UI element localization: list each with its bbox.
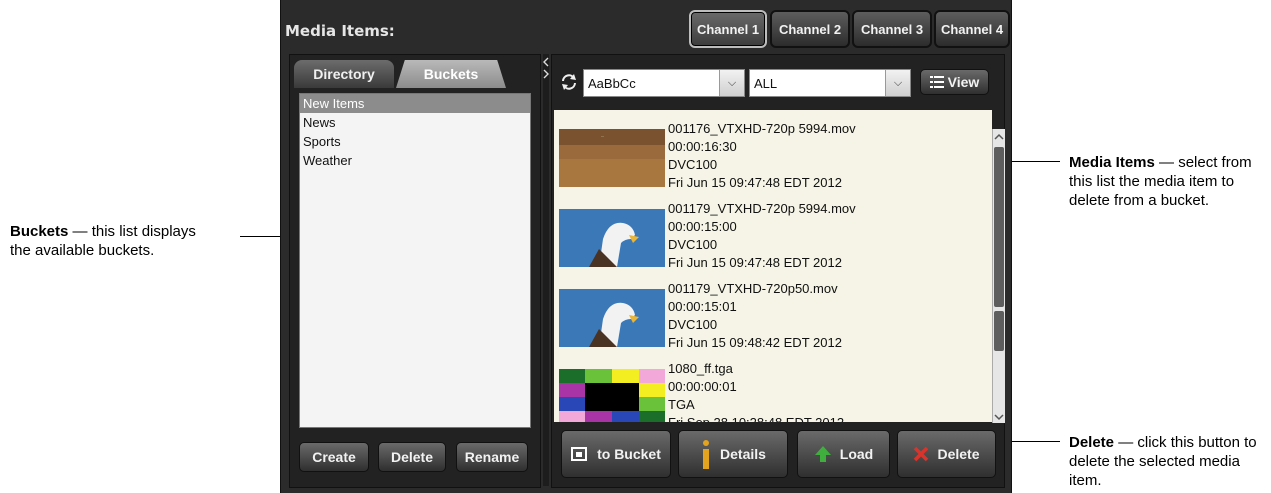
to-bucket-label: to Bucket [597,446,661,462]
chevron-down-icon[interactable]: ⌵ [719,70,744,96]
media-item-format: DVC100 [668,237,718,252]
media-list-item[interactable]: — 001176_VTXHD-720p 5994.mov 00:00:16:30… [559,120,979,200]
tab-directory[interactable]: Directory [294,60,394,88]
media-list-item[interactable]: 001179_VTXHD-720p 5994.mov 00:00:15:00 D… [559,200,979,280]
rename-bucket-button[interactable]: Rename [456,442,528,472]
tab-channel-1[interactable]: Channel 1 [689,10,767,48]
media-item-duration: 00:00:16:30 [668,139,737,154]
chevron-down-icon[interactable]: ⌵ [885,70,910,96]
list-view-icon [929,76,944,88]
tab-channel-3[interactable]: Channel 3 [852,10,932,48]
tab-channel-4[interactable]: Channel 4 [934,10,1010,48]
callout-buckets-title: Buckets [10,223,69,240]
media-item-date: Fri Jun 15 09:47:48 EDT 2012 [668,175,842,190]
bucket-item-news[interactable]: News [300,113,530,132]
svg-text:—: — [601,134,604,138]
bucket-item-new-items[interactable]: New Items [300,94,530,113]
scroll-up-icon[interactable] [993,131,1005,143]
media-item-date: Fri Jun 15 09:47:48 EDT 2012 [668,255,842,270]
load-button[interactable]: Load [797,430,890,478]
media-item-duration: 00:00:15:01 [668,299,737,314]
media-thumbnail [559,289,665,347]
callout-delete: Delete — click this button to delete the… [1069,433,1264,490]
media-items-list[interactable]: — 001176_VTXHD-720p 5994.mov 00:00:16:30… [554,110,992,422]
add-to-bucket-icon [571,447,588,461]
bucket-item-weather[interactable]: Weather [300,151,530,170]
callout-delete-title: Delete [1069,434,1115,451]
bucket-item-sports[interactable]: Sports [300,132,530,151]
create-bucket-button[interactable]: Create [299,442,369,472]
tab-buckets[interactable]: Buckets [396,60,506,88]
media-item-format: TGA [668,397,695,412]
media-item-name: 001179_VTXHD-720p50.mov [668,281,838,296]
media-item-info: 001179_VTXHD-720p50.mov 00:00:15:01 DVC1… [668,280,842,352]
scrollbar-thumb-lower [994,311,1004,351]
delete-media-button[interactable]: Delete [897,430,996,478]
media-list-item[interactable]: 001179_VTXHD-720p50.mov 00:00:15:01 DVC1… [559,280,979,360]
delete-bucket-button[interactable]: Delete [378,442,446,472]
media-thumbnail [559,209,665,267]
media-item-info: 001179_VTXHD-720p 5994.mov 00:00:15:00 D… [668,200,856,272]
callout-media-items-title: Media Items [1069,154,1155,171]
media-thumbnail [559,369,665,422]
buckets-list[interactable]: New Items News Sports Weather [299,93,531,428]
collapse-chevron-icon[interactable] [543,56,549,80]
media-list-item[interactable]: 1080_ff.tga 00:00:00:01 TGA Fri Sep 28 1… [559,360,979,422]
media-item-name: 001176_VTXHD-720p 5994.mov [668,121,856,136]
tab-channel-2[interactable]: Channel 2 [770,10,850,48]
to-bucket-button[interactable]: to Bucket [561,430,671,478]
callout-media-items: Media Items — select from this list the … [1069,153,1264,210]
info-icon [703,440,710,469]
media-item-duration: 00:00:15:00 [668,219,737,234]
pane-splitter[interactable] [543,54,549,486]
load-label: Load [839,446,874,462]
media-list-scrollbar[interactable] [992,129,1005,423]
media-item-date: Fri Jun 15 09:48:42 EDT 2012 [668,335,842,350]
delete-media-label: Delete [937,446,980,462]
delete-x-icon [914,446,929,462]
details-label: Details [720,446,766,462]
callout-buckets: Buckets — this list displays the availab… [10,222,215,260]
scrollbar-thumb[interactable] [994,147,1004,307]
media-item-format: DVC100 [668,317,718,332]
media-item-date: Fri Sep 28 10:28:48 EDT 2012 [668,414,844,422]
view-button[interactable]: View [920,69,989,95]
media-item-name: 001179_VTXHD-720p 5994.mov [668,201,856,216]
scroll-down-icon[interactable] [993,411,1005,423]
buckets-pane: Directory Buckets New Items News Sports … [289,54,541,488]
media-items-pane: AaBbCc ⌵ ALL ⌵ View — 001176_VTXHD-720p [551,54,1005,488]
media-item-info: 001176_VTXHD-720p 5994.mov 00:00:16:30 D… [668,120,856,192]
media-items-panel: Media Items: Channel 1 Channel 2 Channel… [280,0,1012,493]
filter-type-dropdown[interactable]: ALL ⌵ [749,69,911,97]
refresh-icon[interactable] [560,73,578,91]
load-arrow-icon [814,446,831,462]
filter-text-value: AaBbCc [588,75,636,91]
media-item-format: DVC100 [668,157,718,172]
media-item-name: 1080_ff.tga [668,361,733,376]
media-item-info: 1080_ff.tga 00:00:00:01 TGA Fri Sep 28 1… [668,360,844,422]
view-button-label: View [947,74,980,90]
details-button[interactable]: Details [678,430,788,478]
filter-type-value: ALL [754,75,778,91]
media-item-duration: 00:00:00:01 [668,379,737,394]
media-thumbnail: — [559,129,665,187]
panel-title: Media Items: [285,22,395,40]
filter-text-dropdown[interactable]: AaBbCc ⌵ [583,69,745,97]
